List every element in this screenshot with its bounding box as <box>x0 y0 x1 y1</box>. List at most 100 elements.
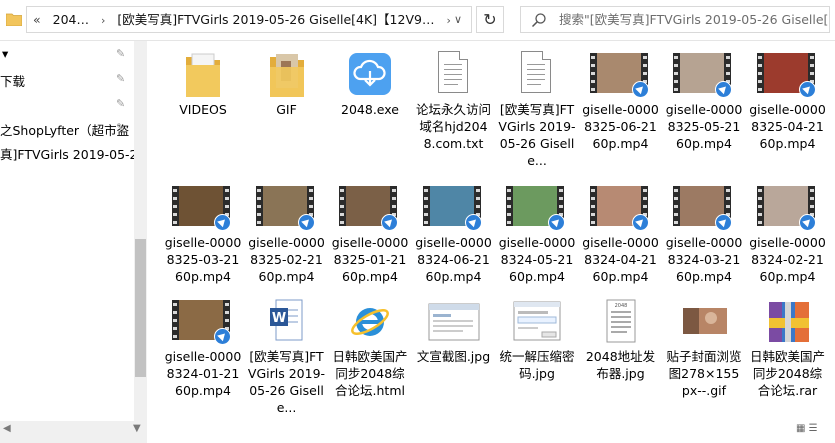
file-icon: 2048 <box>580 296 662 348</box>
file-name: giselle-00008324-04-2160p.mp4 <box>582 235 659 284</box>
nav-item-downloads[interactable]: 下载 <box>0 71 25 90</box>
file-item[interactable]: giselle-00008325-02-2160p.mp4 <box>246 182 328 285</box>
address-dropdown-icon[interactable]: ∨ <box>446 7 470 32</box>
breadcrumb-parent[interactable]: 204… <box>53 7 89 32</box>
nav-scrollbar[interactable] <box>134 41 147 421</box>
file-item[interactable]: giselle-00008324-04-2160p.mp4 <box>580 182 662 285</box>
file-name: 日韩欧美国产同步2048综合论坛.html <box>332 349 408 398</box>
file-item[interactable]: VIDEOS <box>162 49 244 118</box>
file-item[interactable]: 贴子封面浏览图278×155px--.gif <box>663 296 745 399</box>
file-name: [欧美写真]FTVGirls 2019-05-26 Giselle... <box>247 349 326 415</box>
file-icon <box>747 296 829 348</box>
nav-item-shoplyfter[interactable]: 之ShopLyfter（超市盗 <box>0 120 129 139</box>
play-badge-icon <box>214 214 231 231</box>
file-item[interactable]: giselle-00008324-03-2160p.mp4 <box>663 182 745 285</box>
file-icon <box>663 182 745 234</box>
play-badge-icon <box>715 214 732 231</box>
pin-icon: ✎ <box>116 97 126 110</box>
file-icon <box>246 49 328 101</box>
file-name: 日韩欧美国产同步2048综合论坛.rar <box>749 349 825 398</box>
play-badge-icon <box>548 214 565 231</box>
play-badge-icon <box>631 214 649 231</box>
file-name: giselle-00008324-01-2160p.mp4 <box>164 349 242 398</box>
file-icon <box>413 182 495 234</box>
text-file-icon <box>437 51 468 93</box>
file-item[interactable]: 日韩欧美国产同步2048综合论坛.html <box>329 296 411 399</box>
file-icon <box>747 182 829 234</box>
image-thumbnail-icon <box>428 303 479 341</box>
play-badge-icon <box>798 81 816 98</box>
pin-icon: ✎ <box>116 121 126 134</box>
play-badge-icon <box>631 81 649 98</box>
play-badge-icon <box>464 214 482 231</box>
play-badge-icon <box>214 328 231 345</box>
scroll-left-icon[interactable]: ◀ <box>3 423 11 434</box>
file-item[interactable]: 文宣截图.jpg <box>413 296 495 365</box>
search-icon <box>531 13 546 28</box>
scrollbar-thumb[interactable] <box>135 239 146 377</box>
file-name: giselle-00008325-03-2160p.mp4 <box>164 235 242 284</box>
folder-icon <box>186 53 220 97</box>
folder-icon <box>269 54 304 97</box>
play-badge-icon <box>798 214 816 231</box>
file-icon <box>162 182 244 234</box>
file-item[interactable]: 日韩欧美国产同步2048综合论坛.rar <box>747 296 829 399</box>
image-thumbnail-icon: 2048 <box>606 299 635 343</box>
file-item[interactable]: 2048 2048地址发布器.jpg <box>580 296 662 382</box>
overflow-chevron-icon[interactable]: « <box>33 7 41 32</box>
file-icon <box>580 182 662 234</box>
pin-icon: ✎ <box>116 47 126 60</box>
view-toggle-icons[interactable]: ▦ ☰ <box>796 423 830 437</box>
image-thumbnail-icon <box>683 308 727 334</box>
file-item[interactable]: giselle-00008325-06-2160p.mp4 <box>580 49 662 152</box>
play-badge-icon <box>297 214 315 231</box>
pin-icon: ✎ <box>116 72 126 85</box>
file-icon <box>162 49 244 101</box>
file-item[interactable]: [欧美写真]FTVGirls 2019-05-26 Giselle... <box>496 49 578 169</box>
scroll-down-icon[interactable]: ▼ <box>133 423 141 434</box>
chevron-right-icon[interactable]: › <box>101 8 105 32</box>
file-item[interactable]: 2048.exe <box>329 49 411 118</box>
file-item[interactable]: giselle-00008324-06-2160p.mp4 <box>413 182 495 285</box>
cloud-download-icon <box>349 53 391 95</box>
file-item[interactable]: 论坛永久访问域名hjd2048.com.txt <box>413 49 495 152</box>
file-icon <box>413 296 495 348</box>
quick-access-expander[interactable]: ▾ <box>2 46 8 61</box>
refresh-button[interactable]: ↻ <box>476 6 504 33</box>
nav-horizontal-scrollbar[interactable]: ◀ ▼ <box>0 421 147 443</box>
internet-explorer-icon <box>351 308 389 336</box>
file-name: 2048地址发布器.jpg <box>585 349 656 381</box>
file-icon <box>496 49 578 101</box>
file-name: GIF <box>276 102 297 117</box>
file-item[interactable]: GIF <box>246 49 328 118</box>
file-item[interactable]: giselle-00008325-01-2160p.mp4 <box>329 182 411 285</box>
play-badge-icon <box>381 214 398 231</box>
breadcrumb-current[interactable]: [欧美写真]FTVGirls 2019-05-26 Giselle[4K]【12… <box>117 7 434 32</box>
svg-text:W: W <box>271 311 285 326</box>
file-icon <box>496 182 578 234</box>
file-icon <box>496 296 578 348</box>
file-icon <box>162 296 244 348</box>
nav-item-current-folder[interactable]: 真]FTVGirls 2019-05-26 <box>0 144 134 163</box>
file-item[interactable]: giselle-00008324-02-2160p.mp4 <box>747 182 829 285</box>
file-icon <box>747 49 829 101</box>
file-item[interactable]: giselle-00008325-04-2160p.mp4 <box>747 49 829 152</box>
file-name: giselle-00008325-06-2160p.mp4 <box>582 102 659 151</box>
file-item[interactable]: giselle-00008325-03-2160p.mp4 <box>162 182 244 285</box>
text-file-icon <box>521 51 551 93</box>
file-item[interactable]: giselle-00008324-05-2160p.mp4 <box>496 182 578 285</box>
file-name: giselle-00008325-04-2160p.mp4 <box>749 102 826 151</box>
file-item[interactable]: giselle-00008324-01-2160p.mp4 <box>162 296 244 399</box>
address-toolbar: « 204… › [欧美写真]FTVGirls 2019-05-26 Gisel… <box>0 0 835 41</box>
search-input[interactable]: 搜索"[欧美写真]FTVGirls 2019-05-26 Giselle[... <box>520 6 830 33</box>
file-list: VIDEOS GIF 2048.exe 论坛永久访问域名hjd2048.com.txt… <box>148 41 835 443</box>
file-item[interactable]: 统一解压缩密码.jpg <box>496 296 578 382</box>
play-badge-icon <box>715 81 732 98</box>
word-document-icon: W <box>269 299 302 341</box>
file-item[interactable]: W [欧美写真]FTVGirls 2019-05-26 Giselle... <box>246 296 328 416</box>
file-item[interactable]: giselle-00008325-05-2160p.mp4 <box>663 49 745 152</box>
file-name: giselle-00008324-03-2160p.mp4 <box>665 235 743 284</box>
address-bar[interactable]: « 204… › [欧美写真]FTVGirls 2019-05-26 Gisel… <box>26 6 472 33</box>
file-name: VIDEOS <box>179 102 227 117</box>
search-placeholder: 搜索"[欧美写真]FTVGirls 2019-05-26 Giselle[... <box>559 12 830 27</box>
